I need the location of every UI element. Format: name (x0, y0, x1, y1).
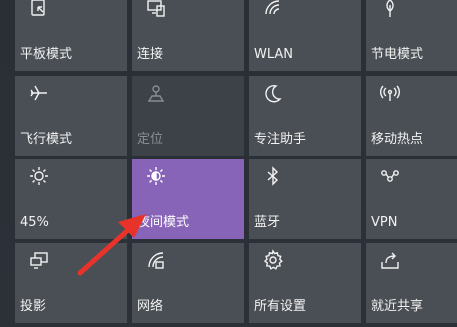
tile-vpn[interactable]: VPN (366, 159, 457, 239)
tile-label: 平板模式 (20, 47, 73, 62)
tile-label: 移动热点 (371, 132, 424, 147)
tile-label: 45% (20, 215, 49, 230)
night-light-icon (145, 165, 167, 187)
tile-brightness[interactable]: 45% (15, 159, 127, 239)
tile-tablet-mode[interactable]: 平板模式 (15, 0, 127, 71)
tile-night-light[interactable]: 夜间模式 (132, 159, 244, 239)
brightness-icon (28, 165, 50, 187)
bluetooth-icon (262, 165, 284, 187)
tile-label: 定位 (137, 132, 164, 147)
tile-label: 连接 (137, 47, 164, 62)
tile-airplane-mode[interactable]: 飞行模式 (15, 76, 127, 156)
tile-network[interactable]: 网络 (132, 243, 244, 323)
tile-label: 专注助手 (254, 132, 307, 147)
hotspot-icon (379, 82, 401, 104)
quick-actions-panel: 平板模式 连接 WLAN 节电模式 飞行模式 定位 专注助手 移动热点 45% … (0, 0, 457, 327)
airplane-icon (28, 82, 50, 104)
tile-all-settings[interactable]: 所有设置 (249, 243, 361, 323)
nearby-share-icon (379, 249, 401, 271)
tile-label: VPN (371, 215, 398, 230)
tile-wlan[interactable]: WLAN (249, 0, 361, 71)
wifi-icon (262, 0, 284, 19)
tile-label: 就近共享 (371, 299, 424, 314)
project-icon (28, 249, 50, 271)
tile-focus-assist[interactable]: 专注助手 (249, 76, 361, 156)
moon-icon (262, 82, 284, 104)
tile-label: 网络 (137, 299, 164, 314)
battery-saver-icon (379, 0, 401, 19)
tablet-mode-icon (28, 0, 50, 19)
tile-nearby-sharing[interactable]: 就近共享 (366, 243, 457, 323)
settings-gear-icon (262, 249, 284, 271)
tile-label: WLAN (254, 47, 294, 62)
network-icon (145, 249, 167, 271)
tile-label: 投影 (20, 299, 47, 314)
connect-icon (145, 0, 167, 19)
tile-project[interactable]: 投影 (15, 243, 127, 323)
tile-battery-saver[interactable]: 节电模式 (366, 0, 457, 71)
tile-location[interactable]: 定位 (132, 76, 244, 156)
vpn-icon (379, 165, 401, 187)
tile-mobile-hotspot[interactable]: 移动热点 (366, 76, 457, 156)
tile-label: 节电模式 (371, 47, 424, 62)
tile-bluetooth[interactable]: 蓝牙 (249, 159, 361, 239)
tile-connect[interactable]: 连接 (132, 0, 244, 71)
tile-label: 夜间模式 (137, 215, 190, 230)
tile-label: 所有设置 (254, 299, 307, 314)
tile-label: 蓝牙 (254, 215, 281, 230)
location-icon (145, 82, 167, 104)
tile-label: 飞行模式 (20, 132, 73, 147)
